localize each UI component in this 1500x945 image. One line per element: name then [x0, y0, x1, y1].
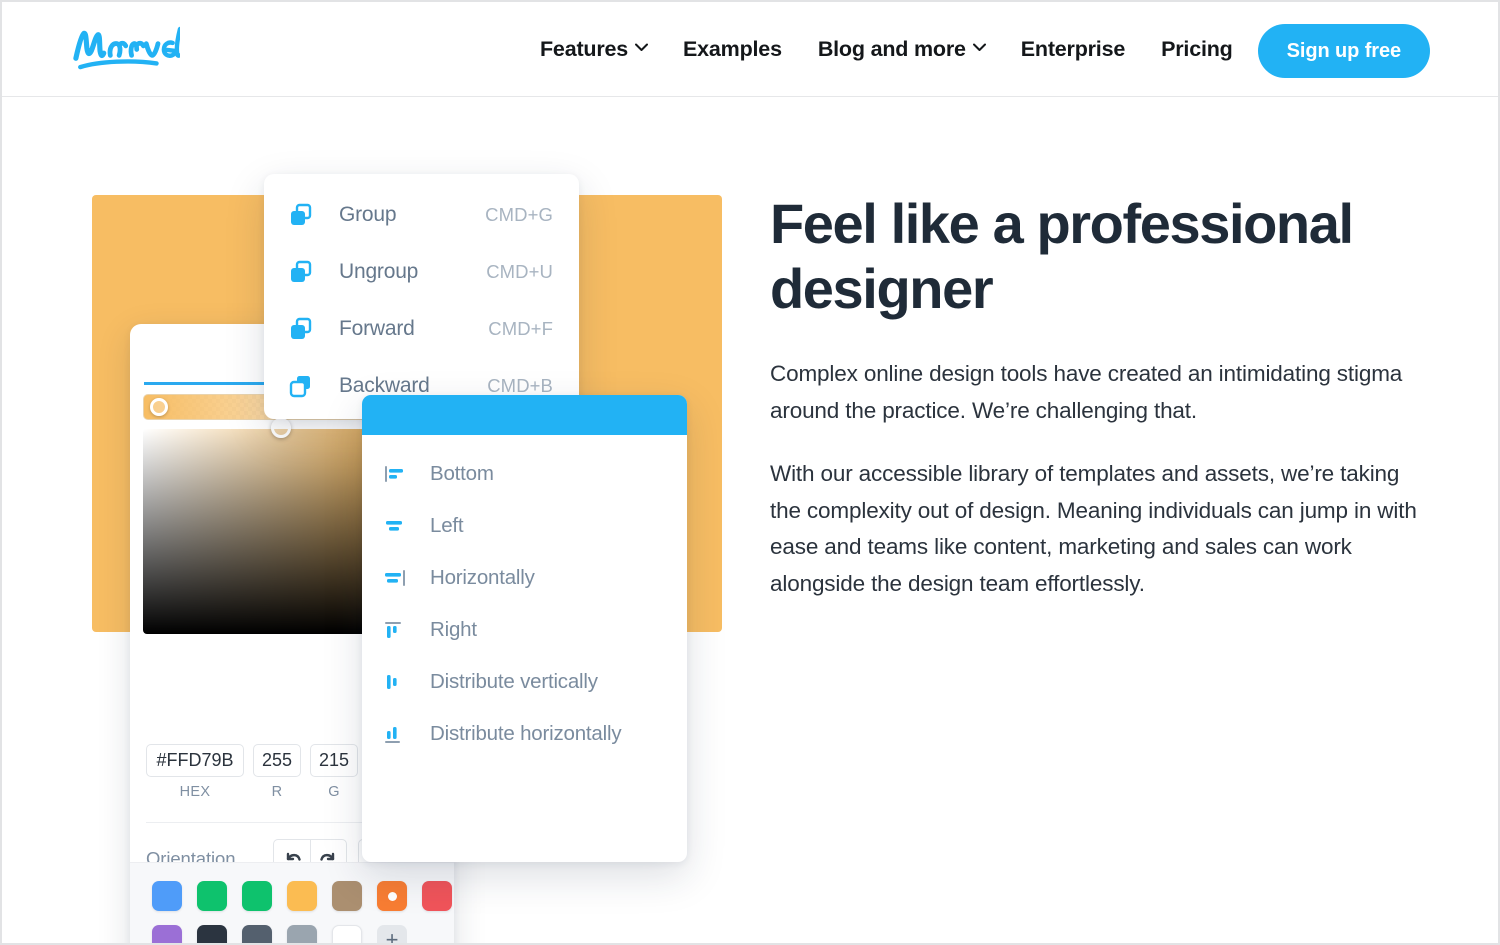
menu-shortcut: CMD+F [488, 317, 553, 339]
hero-copy: Feel like a professional designer Comple… [770, 192, 1420, 629]
add-swatch-button[interactable]: + [377, 925, 407, 943]
main-navigation: Features Examples Blog and more Enterpri… [522, 2, 1357, 97]
menu-shortcut: CMD+B [487, 374, 553, 396]
swatch[interactable] [332, 925, 362, 943]
selected-dot-icon [387, 891, 397, 901]
menu-item-forward[interactable]: Forward CMD+F [264, 300, 579, 357]
menu-item-bottom[interactable]: Bottom [362, 448, 687, 500]
menu-item-group[interactable]: Group CMD+G [264, 186, 579, 243]
menu-label: Left [430, 514, 464, 537]
nav-item-pricing[interactable]: Pricing [1143, 37, 1250, 62]
saturation-value-handle[interactable] [271, 418, 291, 438]
chevron-down-icon [972, 43, 986, 55]
nav-label-features: Features [540, 37, 629, 61]
swatch-row-2: + [152, 925, 454, 943]
page-root: Features Examples Blog and more Enterpri… [0, 0, 1500, 945]
swatch[interactable] [422, 881, 452, 911]
menu-item-left[interactable]: Left [362, 500, 687, 552]
swatch-row-1 [152, 881, 454, 911]
nav-item-enterprise[interactable]: Enterprise [1003, 37, 1143, 62]
green-input[interactable]: 215 [310, 744, 358, 777]
menu-label: Distribute vertically [430, 670, 598, 693]
distribute-vertically-icon [384, 672, 412, 692]
red-input[interactable]: 255 [253, 744, 301, 777]
menu-shortcut: CMD+G [485, 203, 553, 225]
hex-field-group: #FFD79B HEX [146, 744, 244, 800]
nav-label-blog-and-more: Blog and more [817, 37, 966, 61]
swatch-selected[interactable] [377, 881, 407, 911]
nav-label-enterprise: Enterprise [1020, 37, 1126, 61]
nav-label-examples: Examples [683, 37, 782, 61]
menu-item-distribute-vertically[interactable]: Distribute vertically [362, 656, 687, 708]
product-illustration: Solid #FFD79B HEX 255 R 215 [2, 97, 762, 943]
menu-label: Right [430, 618, 477, 641]
sign-up-free-button[interactable]: Sign up free [1257, 24, 1430, 78]
menu-shortcut: CMD+U [486, 260, 553, 282]
menu-item-distribute-horizontally[interactable]: Distribute horizontally [362, 708, 687, 760]
swatch[interactable] [242, 881, 272, 911]
align-bottom-icon [384, 464, 412, 484]
marvel-logo[interactable] [70, 22, 183, 77]
align-horizontally-icon [384, 568, 412, 588]
group-icon [289, 203, 317, 227]
swatch[interactable] [197, 925, 227, 943]
hero-paragraph-2: With our accessible library of templates… [770, 460, 1417, 597]
menu-label: Backward [339, 373, 430, 397]
hex-input[interactable]: #FFD79B [146, 744, 244, 777]
menu-label: Forward [339, 316, 415, 340]
menu-label: Bottom [430, 462, 494, 485]
menu-item-ungroup[interactable]: Ungroup CMD+U [264, 243, 579, 300]
swatch[interactable] [332, 881, 362, 911]
hex-field-label: HEX [179, 784, 211, 800]
page-title: Feel like a professional designer [770, 192, 1354, 320]
nav-label-pricing: Pricing [1161, 37, 1233, 61]
red-field-label: R [271, 784, 283, 800]
green-field-label: G [328, 784, 340, 800]
nav-item-features[interactable]: Features [522, 37, 665, 62]
menu-label: Distribute horizontally [430, 722, 622, 745]
alpha-slider-handle[interactable] [150, 398, 168, 416]
menu-label: Group [339, 202, 397, 226]
green-field-group: 215 G [310, 744, 358, 800]
swatch[interactable] [152, 881, 182, 911]
menu-label: Horizontally [430, 566, 535, 589]
align-left-icon [384, 516, 412, 536]
group-context-menu: Group CMD+G Ungroup CMD+U Forward CMD+F … [264, 174, 579, 419]
swatch[interactable] [287, 925, 317, 943]
menu-item-horizontally[interactable]: Horizontally [362, 552, 687, 604]
ungroup-icon [289, 260, 317, 284]
red-field-group: 255 R [253, 744, 301, 800]
menu-item-right[interactable]: Right [362, 604, 687, 656]
marvel-logo-icon [73, 26, 183, 70]
align-context-menu: Bottom Left Horizontally Right Distribut… [362, 395, 687, 862]
site-header: Features Examples Blog and more Enterpri… [2, 2, 1498, 97]
chevron-down-icon [635, 43, 649, 55]
align-menu-header [362, 395, 687, 435]
swatch[interactable] [152, 925, 182, 943]
menu-label: Ungroup [339, 259, 419, 283]
align-menu-list: Bottom Left Horizontally Right Distribut… [362, 435, 687, 760]
send-backward-icon [289, 374, 317, 398]
hero-paragraph-1: Complex online design tools have created… [770, 360, 1403, 423]
swatch[interactable] [242, 925, 272, 943]
nav-item-examples[interactable]: Examples [665, 37, 800, 62]
swatch[interactable] [287, 881, 317, 911]
swatch[interactable] [197, 881, 227, 911]
bring-forward-icon [289, 317, 317, 341]
nav-item-blog-and-more[interactable]: Blog and more [800, 37, 1003, 62]
distribute-horizontally-icon [384, 724, 412, 744]
align-right-icon [384, 620, 412, 640]
swatch-palette: + [130, 862, 454, 943]
